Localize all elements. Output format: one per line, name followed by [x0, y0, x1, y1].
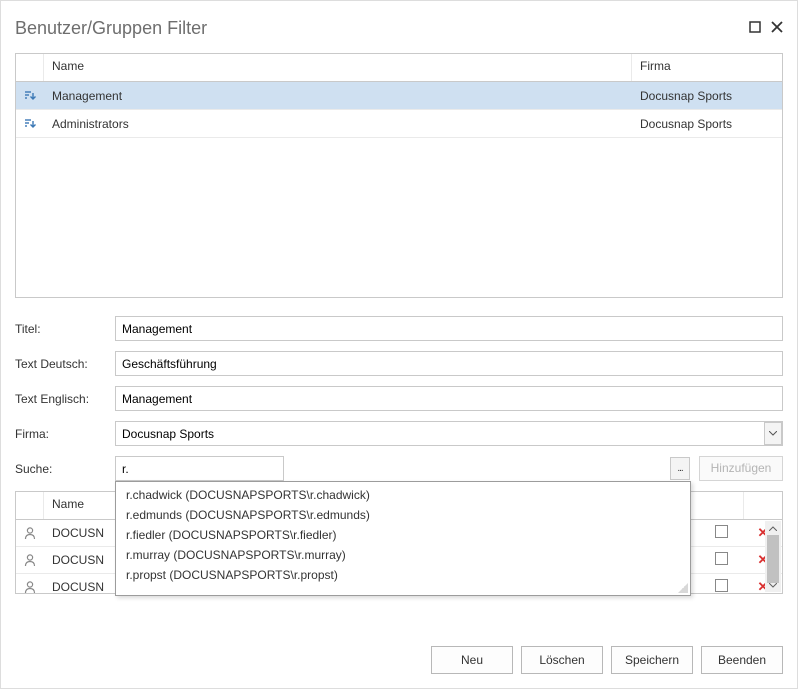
chevron-down-icon [769, 431, 777, 436]
search-suggestion-dropdown: r.chadwick (DOCUSNAPSPORTS\r.chadwick) r… [115, 481, 691, 596]
scroll-up-icon[interactable] [765, 521, 781, 535]
window-controls [749, 21, 783, 36]
dialog-title: Benutzer/Gruppen Filter [15, 18, 207, 39]
cell-name: Management [44, 89, 632, 103]
label-text-deutsch: Text Deutsch: [15, 357, 115, 371]
filter-grid: Name Firma Management Docusnap Sports Ad… [15, 53, 783, 298]
form-area: Titel: Text Deutsch: Text Englisch: Firm… [15, 316, 783, 594]
input-titel[interactable] [115, 316, 783, 341]
suggestion-item[interactable]: r.edmunds (DOCUSNAPSPORTS\r.edmunds) [116, 505, 690, 525]
label-text-englisch: Text Englisch: [15, 392, 115, 406]
close-icon[interactable] [771, 21, 783, 36]
neu-button[interactable]: Neu [431, 646, 513, 674]
column-header-icon[interactable] [16, 492, 44, 519]
column-header-delete[interactable] [744, 492, 782, 519]
person-icon [16, 553, 44, 567]
speichern-button[interactable]: Speichern [611, 646, 693, 674]
person-icon [16, 526, 44, 540]
input-suche[interactable] [115, 456, 284, 481]
suggestion-item[interactable]: r.propst (DOCUSNAPSPORTS\r.propst) [116, 565, 690, 585]
column-header-firma[interactable]: Firma [632, 54, 782, 81]
member-resolve-checkbox[interactable] [698, 525, 744, 541]
cell-name: Administrators [44, 117, 632, 131]
input-text-englisch[interactable] [115, 386, 783, 411]
suggestion-item[interactable]: r.murray (DOCUSNAPSPORTS\r.murray) [116, 545, 690, 565]
search-browse-button[interactable]: ... [670, 457, 690, 480]
checkbox-icon [715, 552, 728, 565]
filter-grid-header: Name Firma [16, 54, 782, 82]
member-resolve-checkbox[interactable] [698, 579, 744, 594]
dialog-window: Benutzer/Gruppen Filter Name Firma Manag… [0, 0, 798, 689]
maximize-icon[interactable] [749, 21, 761, 36]
checkbox-icon [715, 579, 728, 592]
filter-grid-row[interactable]: Administrators Docusnap Sports [16, 110, 782, 138]
label-titel: Titel: [15, 322, 115, 336]
label-firma: Firma: [15, 427, 115, 441]
input-firma[interactable] [115, 421, 783, 446]
beenden-button[interactable]: Beenden [701, 646, 783, 674]
column-header-icon[interactable] [16, 54, 44, 81]
person-icon [16, 580, 44, 594]
checkbox-icon [715, 525, 728, 538]
footer-buttons: Neu Löschen Speichern Beenden [431, 646, 783, 674]
scrollbar-thumb[interactable] [767, 535, 779, 583]
titlebar: Benutzer/Gruppen Filter [15, 13, 783, 43]
cell-firma: Docusnap Sports [632, 89, 782, 103]
scroll-down-icon[interactable] [765, 578, 781, 592]
label-suche: Suche: [15, 462, 115, 476]
members-scrollbar[interactable] [765, 521, 781, 592]
loeschen-button[interactable]: Löschen [521, 646, 603, 674]
input-text-deutsch[interactable] [115, 351, 783, 376]
firma-dropdown-button[interactable] [764, 422, 782, 445]
cell-firma: Docusnap Sports [632, 117, 782, 131]
suggestion-item[interactable]: r.fiedler (DOCUSNAPSPORTS\r.fiedler) [116, 525, 690, 545]
sort-icon [16, 89, 44, 103]
filter-grid-row[interactable]: Management Docusnap Sports [16, 82, 782, 110]
sort-icon [16, 117, 44, 131]
member-resolve-checkbox[interactable] [698, 552, 744, 568]
add-button[interactable]: Hinzufügen [699, 456, 783, 481]
suggestion-item[interactable]: r.chadwick (DOCUSNAPSPORTS\r.chadwick) [116, 485, 690, 505]
column-header-name[interactable]: Name [44, 54, 632, 81]
